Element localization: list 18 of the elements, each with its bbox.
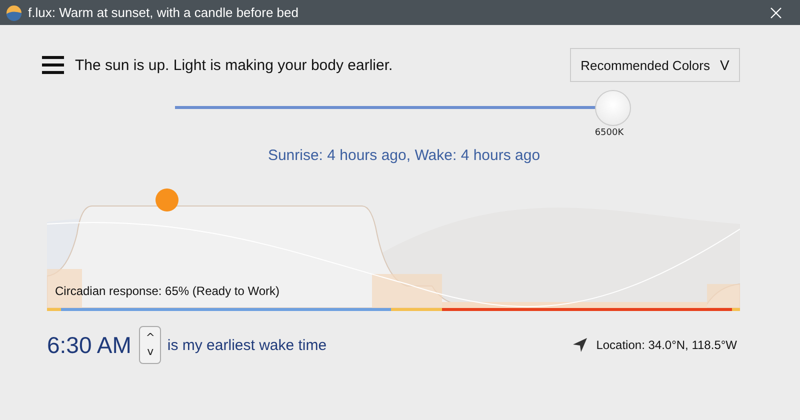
app-logo-icon <box>6 4 22 20</box>
time-spinner[interactable]: ^ v <box>139 326 162 364</box>
location-text: Location: 34.0°N, 118.5°W <box>596 338 737 352</box>
sun-marker-icon[interactable] <box>155 188 179 212</box>
menu-icon[interactable] <box>42 56 64 74</box>
sun-info: Sunrise: 4 hours ago, Wake: 4 hours ago <box>266 147 542 164</box>
decrement-arrow[interactable]: v <box>147 345 154 359</box>
status-message: The sun is up. Light is making your body earlier. <box>75 56 393 74</box>
window-title: f.lux: Warm at sunset, with a candle before bed <box>28 5 298 20</box>
close-icon[interactable] <box>770 6 782 18</box>
preset-dropdown[interactable]: Recommended Colors V <box>570 48 740 82</box>
circadian-response: Circadian response: 65% (Ready to Work) <box>55 284 280 298</box>
location-arrow-icon <box>572 337 588 353</box>
increment-arrow[interactable]: ^ <box>146 331 155 345</box>
slider-thumb[interactable] <box>595 90 631 126</box>
wake-time: 6:30 AM <box>47 332 132 358</box>
temperature-reading: 6500K <box>594 128 624 138</box>
wake-time-caption: is my earliest wake time <box>167 336 327 354</box>
